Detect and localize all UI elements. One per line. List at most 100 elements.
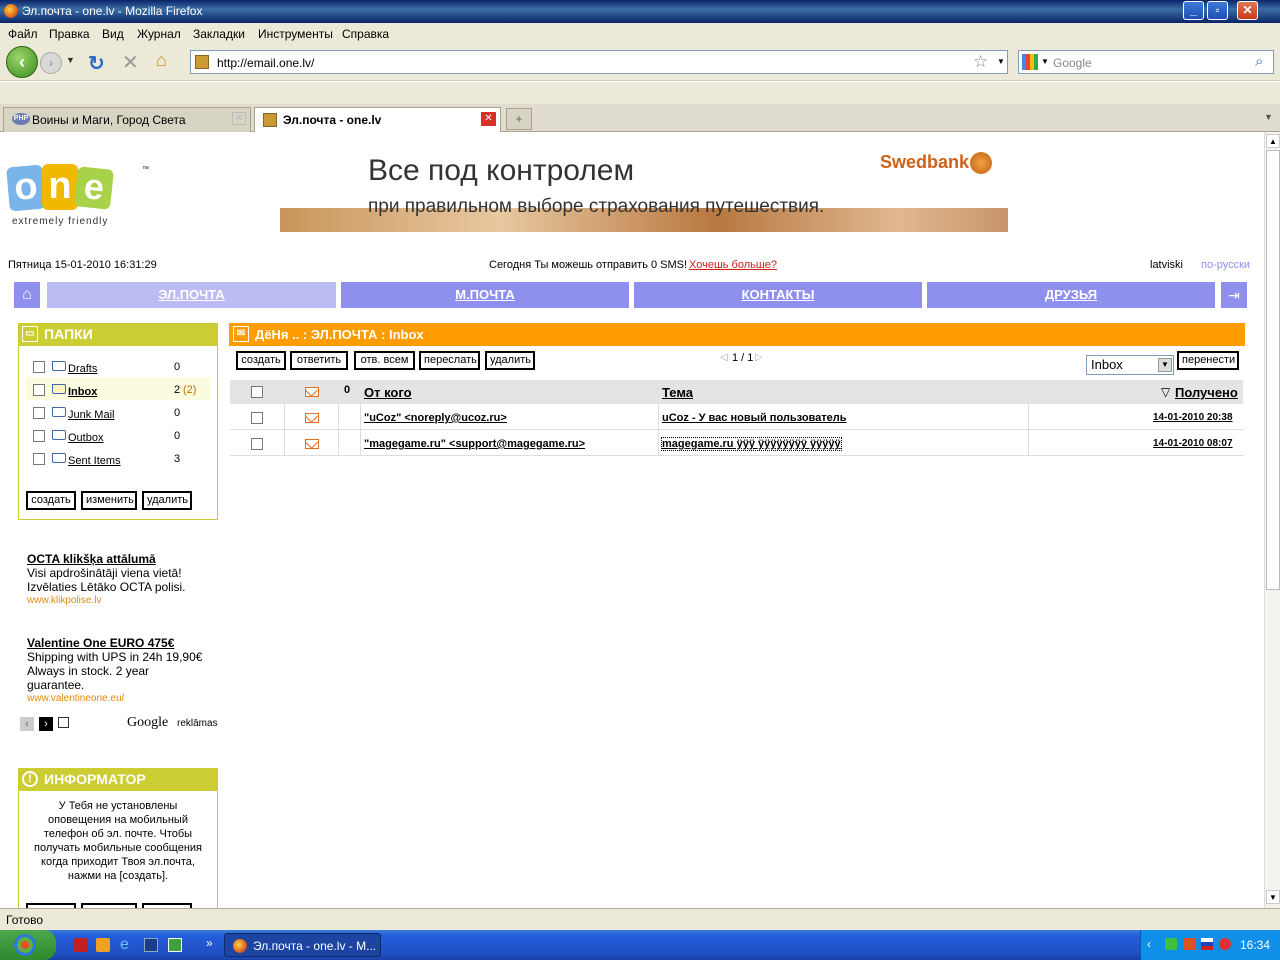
tray-antivirus-icon[interactable] [1219, 938, 1231, 950]
mail-subject[interactable]: uCoz - У вас новый пользователь [662, 412, 847, 424]
minimize-button[interactable]: _ [1183, 1, 1204, 20]
sms-more-link[interactable]: Хочешь больше? [689, 259, 777, 271]
folder-checkbox[interactable] [33, 384, 45, 396]
search-icon[interactable]: ⌕ [1255, 53, 1263, 70]
search-bar[interactable]: ▼ Google ⌕ [1018, 50, 1274, 74]
mail-from[interactable]: "uCoz" <noreply@ucoz.ru> [364, 412, 507, 424]
tray-security-icon[interactable] [1165, 938, 1177, 950]
tab-email[interactable]: Эл.почта - one.lv ✕ [254, 107, 501, 133]
bookmark-star-icon[interactable]: ☆ [973, 52, 988, 72]
forward-icon[interactable]: › [40, 52, 62, 74]
folder-checkbox[interactable] [33, 453, 45, 465]
url-bar[interactable]: http://email.one.lv/ ☆ ▼ [190, 50, 1008, 74]
folder-delete-button[interactable]: удалить [142, 491, 192, 510]
tab-email-nav[interactable]: ЭЛ.ПОЧТА [47, 282, 336, 308]
compose-button[interactable]: создать [236, 351, 286, 370]
delete-button[interactable]: удалить [485, 351, 535, 370]
tab-close-icon[interactable]: ✕ [232, 112, 246, 125]
mail-date[interactable]: 14-01-2010 08:07 [1153, 438, 1233, 449]
tab-list-icon[interactable]: ▼ [1264, 112, 1273, 122]
close-button[interactable]: ✕ [1237, 1, 1258, 20]
tab-close-icon[interactable]: ✕ [481, 112, 496, 126]
reload-icon[interactable]: ↻ [88, 51, 105, 76]
move-button[interactable]: перенести [1177, 351, 1239, 370]
folder-link-drafts[interactable]: Drafts [68, 363, 97, 375]
folder-link-inbox[interactable]: Inbox [68, 386, 97, 398]
logout-icon[interactable]: ⇥ [1221, 282, 1247, 308]
tab-friends[interactable]: ДРУЗЬЯ [927, 282, 1215, 308]
folder-link-junk[interactable]: Junk Mail [68, 409, 114, 421]
menu-view[interactable]: Вид [102, 27, 124, 41]
tab-mobile-mail[interactable]: М.ПОЧТА [341, 282, 629, 308]
page-next-icon[interactable]: ▷ [755, 352, 763, 363]
scroll-thumb[interactable] [1266, 150, 1280, 590]
page-prev-icon[interactable]: ◁ [720, 352, 728, 363]
quicklaunch-media-icon[interactable] [96, 938, 110, 952]
home-page-icon[interactable]: ⌂ [14, 282, 40, 308]
ad-title[interactable]: Valentine One EURO 475€ [27, 636, 174, 650]
ad-banner[interactable]: Все под контролем при правильном выборе … [280, 144, 1008, 232]
ad-url[interactable]: www.klikpolise.lv [27, 595, 101, 606]
reply-button[interactable]: ответить [290, 351, 348, 370]
home-icon[interactable]: ⌂ [156, 50, 167, 71]
folder-link-outbox[interactable]: Outbox [68, 432, 103, 444]
google-engine-icon[interactable] [1022, 54, 1038, 70]
table-row[interactable]: "uCoz" <noreply@ucoz.ru> uCoz - У вас но… [230, 404, 1243, 430]
menu-file[interactable]: Файл [8, 27, 38, 41]
page-scrollbar[interactable]: ▲ ▼ [1264, 132, 1280, 908]
menu-tools[interactable]: Инструменты [258, 27, 333, 41]
menu-edit[interactable]: Правка [49, 27, 90, 41]
ad-url[interactable]: www.valentineone.eu/ [27, 693, 124, 704]
quicklaunch-more[interactable]: » [206, 936, 213, 950]
forward-button[interactable]: переслать [419, 351, 480, 370]
folder-create-button[interactable]: создать [26, 491, 76, 510]
lang-latvian-link[interactable]: latviski [1150, 259, 1183, 271]
tab-warriors[interactable]: PHP Воины и Маги, Город Света ✕ [3, 107, 251, 132]
tray-app-icon[interactable] [1183, 938, 1195, 950]
russian-flag-icon[interactable] [1201, 938, 1213, 950]
mail-subject[interactable]: magegame.ru ÿÿÿ ÿÿÿÿÿÿÿÿ ÿÿÿÿÿ [661, 437, 842, 451]
select-all-checkbox[interactable] [251, 386, 263, 398]
ad-title[interactable]: OCTA klikšķa attālumā [27, 552, 156, 566]
ads-prev-icon[interactable]: ‹ [20, 717, 34, 731]
mail-from[interactable]: "magegame.ru" <support@magegame.ru> [364, 438, 585, 450]
menu-history[interactable]: Журнал [137, 27, 181, 41]
history-dropdown-icon[interactable]: ▼ [66, 55, 75, 65]
column-subject[interactable]: Тема [662, 385, 693, 400]
mail-date[interactable]: 14-01-2010 20:38 [1153, 412, 1233, 423]
quicklaunch-desktop-icon[interactable] [144, 938, 158, 952]
lang-russian-link[interactable]: по-русски [1201, 259, 1250, 271]
quicklaunch-green-icon[interactable] [168, 938, 182, 952]
back-icon[interactable]: ‹ [6, 46, 38, 78]
select-dropdown-icon[interactable]: ▼ [1158, 358, 1172, 372]
tray-expand-icon[interactable]: ‹ [1147, 937, 1151, 951]
stop-icon[interactable]: ✕ [122, 50, 139, 75]
scroll-down-icon[interactable]: ▼ [1266, 890, 1280, 904]
column-received[interactable]: Получено [1175, 385, 1238, 400]
tab-contacts[interactable]: КОНТАКТЫ [634, 282, 922, 308]
quicklaunch-app-icon[interactable] [74, 938, 88, 952]
start-button[interactable] [0, 930, 56, 960]
folder-checkbox[interactable] [33, 430, 45, 442]
folder-checkbox[interactable] [33, 407, 45, 419]
mail-checkbox[interactable] [251, 412, 263, 424]
folder-checkbox[interactable] [33, 361, 45, 373]
engine-dropdown-icon[interactable]: ▼ [1041, 57, 1049, 66]
menu-help[interactable]: Справка [342, 27, 389, 41]
taskbar-firefox-item[interactable]: Эл.почта - one.lv - M... [224, 933, 381, 957]
url-text[interactable]: http://email.one.lv/ [217, 56, 314, 70]
new-tab-icon[interactable]: + [506, 108, 532, 130]
mail-checkbox[interactable] [251, 438, 263, 450]
folder-select[interactable]: Inbox ▼ [1086, 355, 1174, 375]
search-placeholder[interactable]: Google [1053, 56, 1092, 70]
reply-all-button[interactable]: отв. всем [354, 351, 415, 370]
one-logo[interactable]: o n e ™ extremely friendly [6, 164, 149, 230]
folder-edit-button[interactable]: изменить [81, 491, 137, 510]
column-from[interactable]: От кого [364, 385, 412, 400]
maximize-button[interactable]: ▫ [1207, 1, 1228, 20]
ads-next-icon[interactable]: › [39, 717, 53, 731]
url-dropdown-icon[interactable]: ▼ [997, 57, 1005, 66]
internet-explorer-icon[interactable]: e [120, 936, 129, 954]
table-row[interactable]: "magegame.ru" <support@magegame.ru> mage… [230, 430, 1243, 456]
scroll-up-icon[interactable]: ▲ [1266, 134, 1280, 148]
